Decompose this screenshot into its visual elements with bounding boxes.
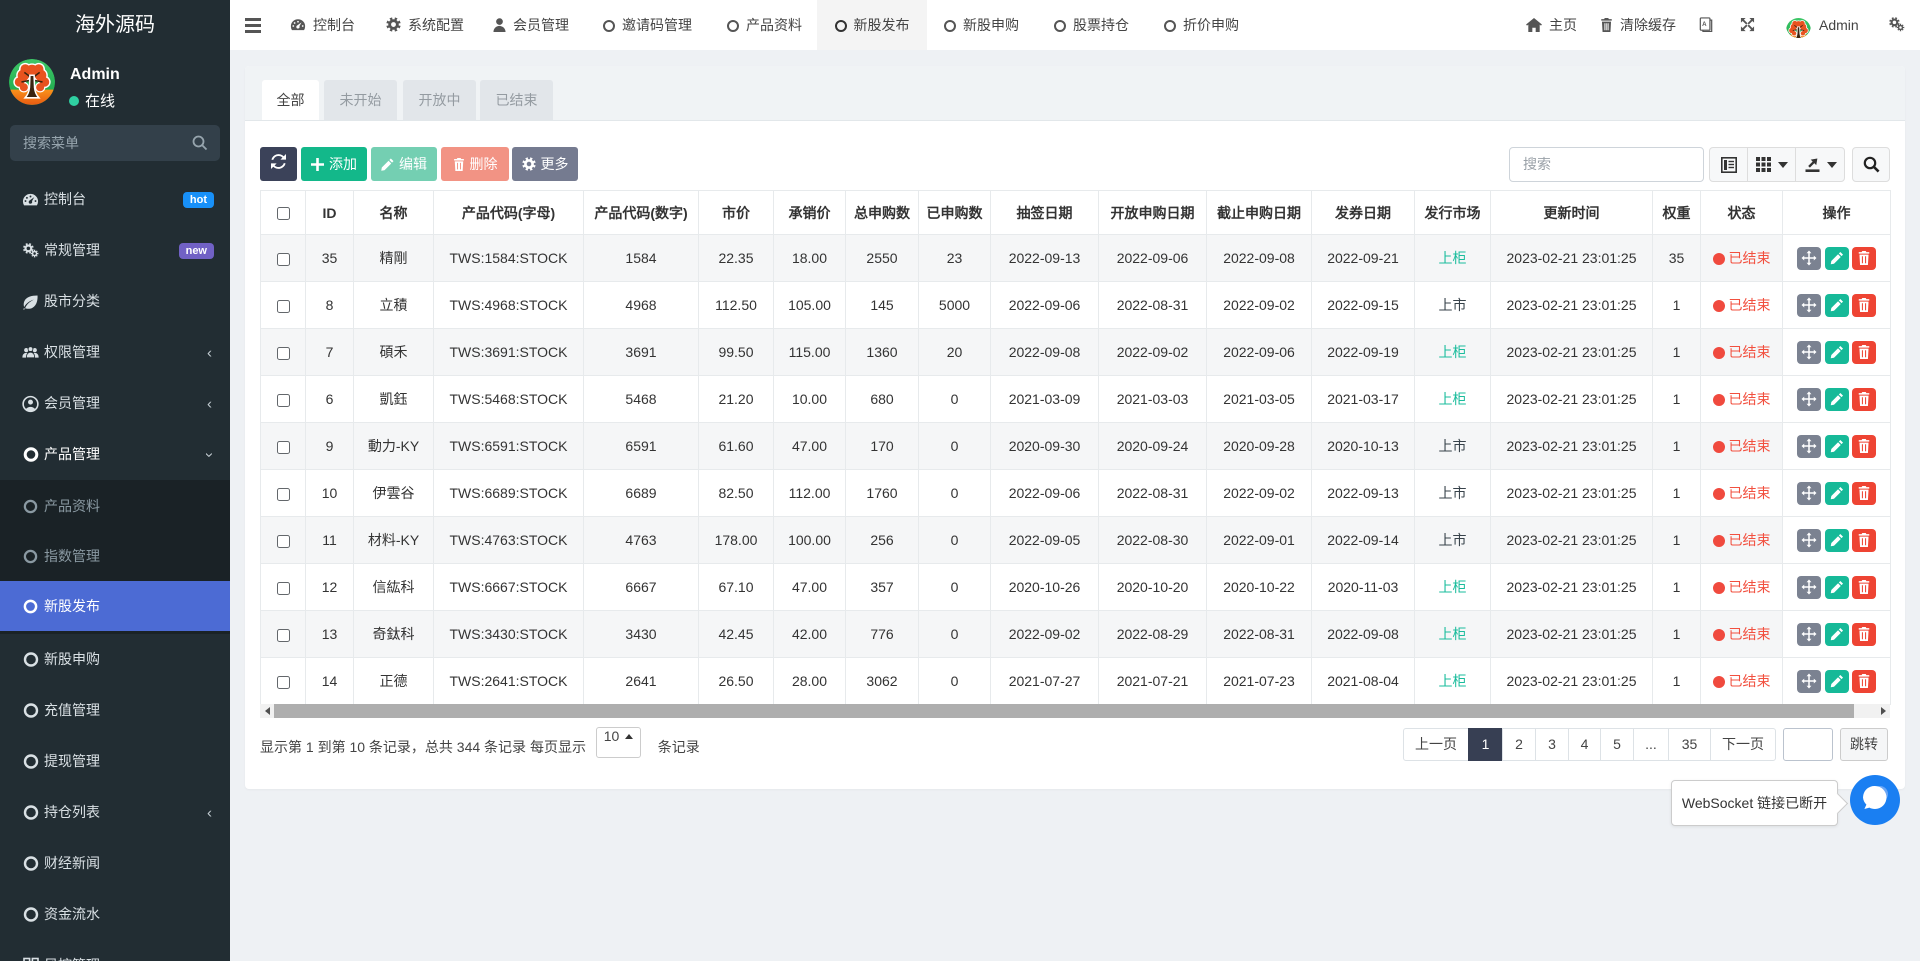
svg-text:A: A: [1702, 21, 1707, 28]
